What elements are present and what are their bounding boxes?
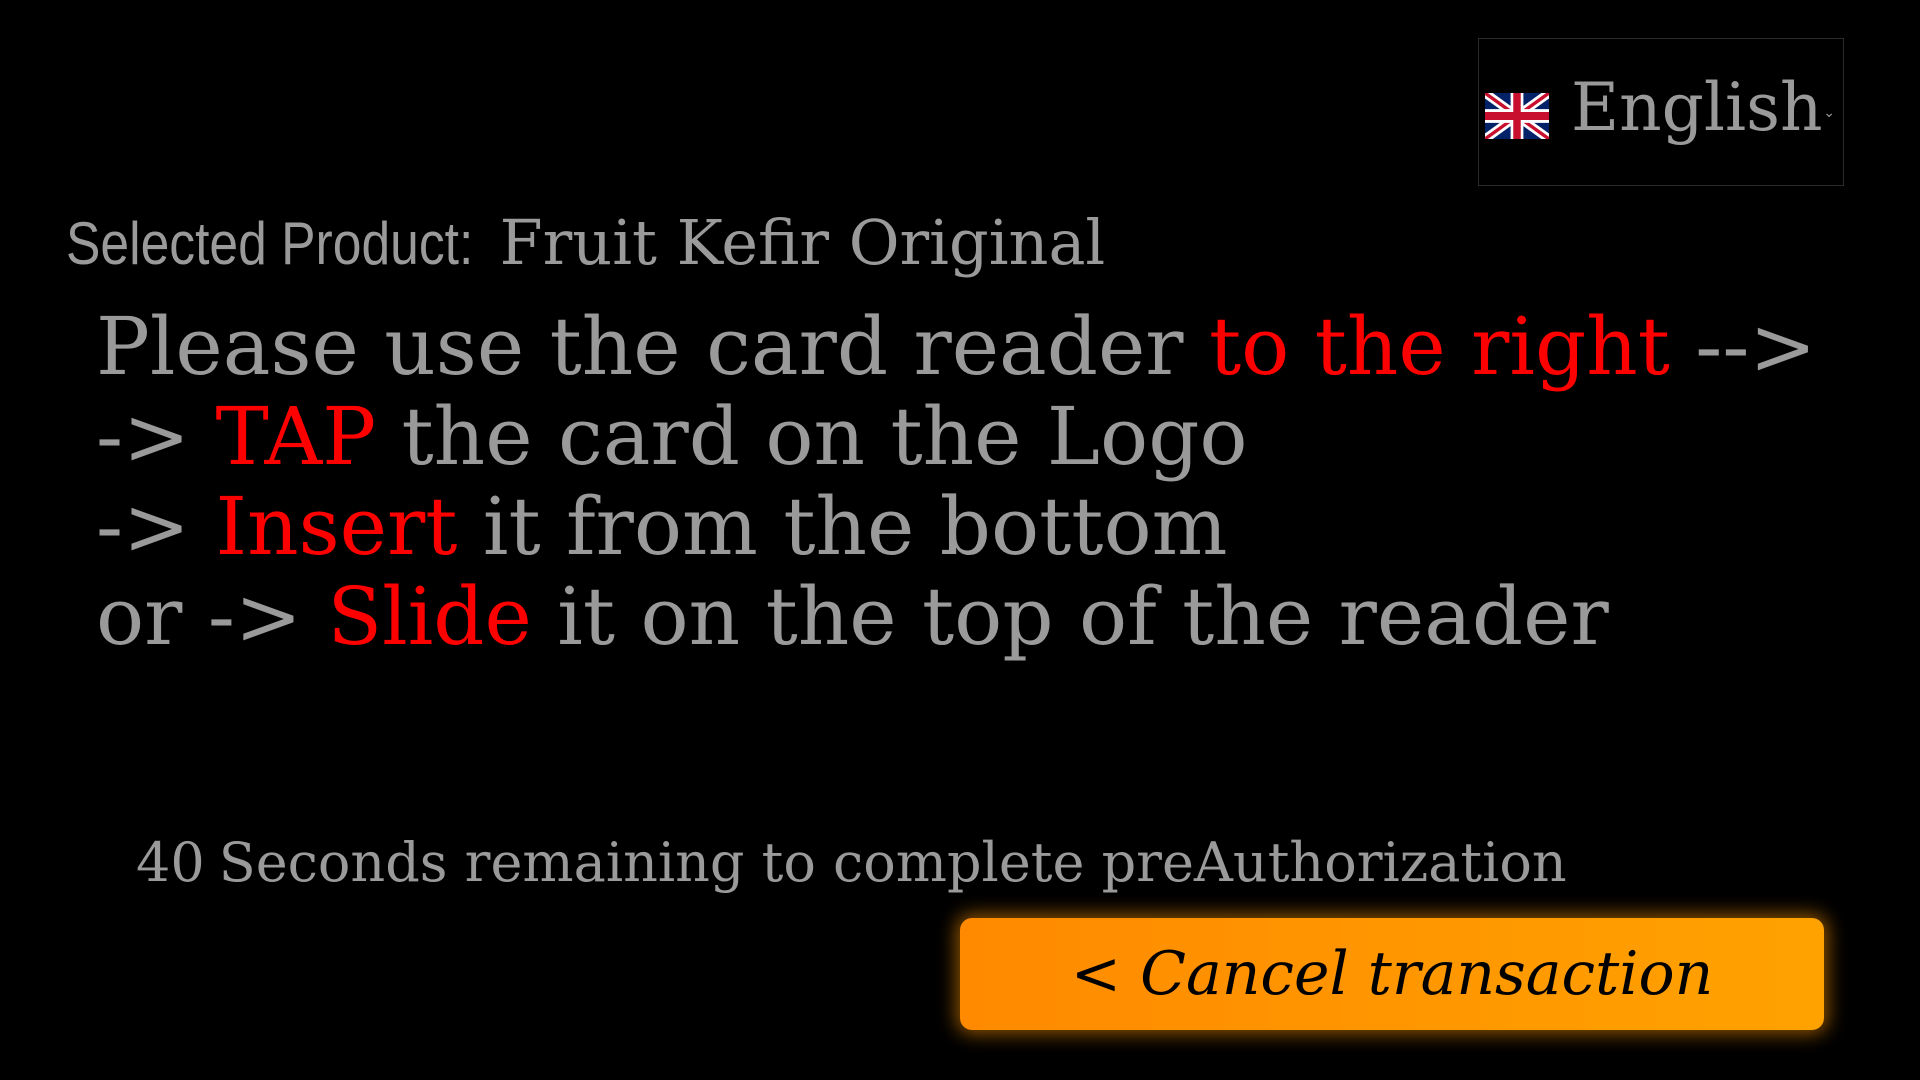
selected-product-label: Selected Product:	[66, 210, 474, 277]
instruction-text: or ->	[96, 570, 328, 663]
instruction-highlight: Slide	[327, 570, 532, 663]
language-select-value: English	[1571, 69, 1823, 146]
selected-product: Selected Product: Fruit Kefir Original	[66, 212, 1105, 274]
instruction-highlight: to the right	[1208, 300, 1670, 393]
instruction-text: the card on the Logo	[376, 390, 1248, 483]
instruction-line-2: -> TAP the card on the Logo	[96, 392, 1816, 482]
instruction-text: it from the bottom	[457, 480, 1228, 573]
instruction-line-1: Please use the card reader to the right …	[96, 302, 1816, 392]
countdown-seconds: 40	[136, 831, 205, 894]
instruction-text: it on the top of the reader	[531, 570, 1609, 663]
countdown-text: Seconds remaining to complete preAuthori…	[218, 831, 1567, 894]
instruction-highlight: TAP	[215, 390, 377, 483]
instruction-text: ->	[96, 480, 216, 573]
instruction-text: Please use the card reader	[96, 300, 1209, 393]
language-select[interactable]: English ⌄	[1478, 38, 1844, 186]
card-payment-screen: English ⌄ Selected Product: Fruit Kefir …	[0, 0, 1920, 1080]
cancel-transaction-label: < Cancel transaction	[1070, 939, 1714, 1009]
instruction-highlight: Insert	[215, 480, 458, 573]
chevron-down-icon: ⌄	[1823, 105, 1835, 121]
uk-flag-icon	[1485, 93, 1549, 139]
instruction-text: -->	[1669, 300, 1817, 393]
cancel-transaction-button[interactable]: < Cancel transaction	[960, 918, 1824, 1030]
selected-product-name: Fruit Kefir Original	[499, 206, 1106, 279]
card-reader-instructions: Please use the card reader to the right …	[96, 302, 1816, 662]
instruction-line-3: -> Insert it from the bottom	[96, 482, 1816, 572]
instruction-line-4: or -> Slide it on the top of the reader	[96, 572, 1816, 662]
instruction-text: ->	[96, 390, 216, 483]
countdown-message: 40 Seconds remaining to complete preAutho…	[136, 836, 1567, 890]
